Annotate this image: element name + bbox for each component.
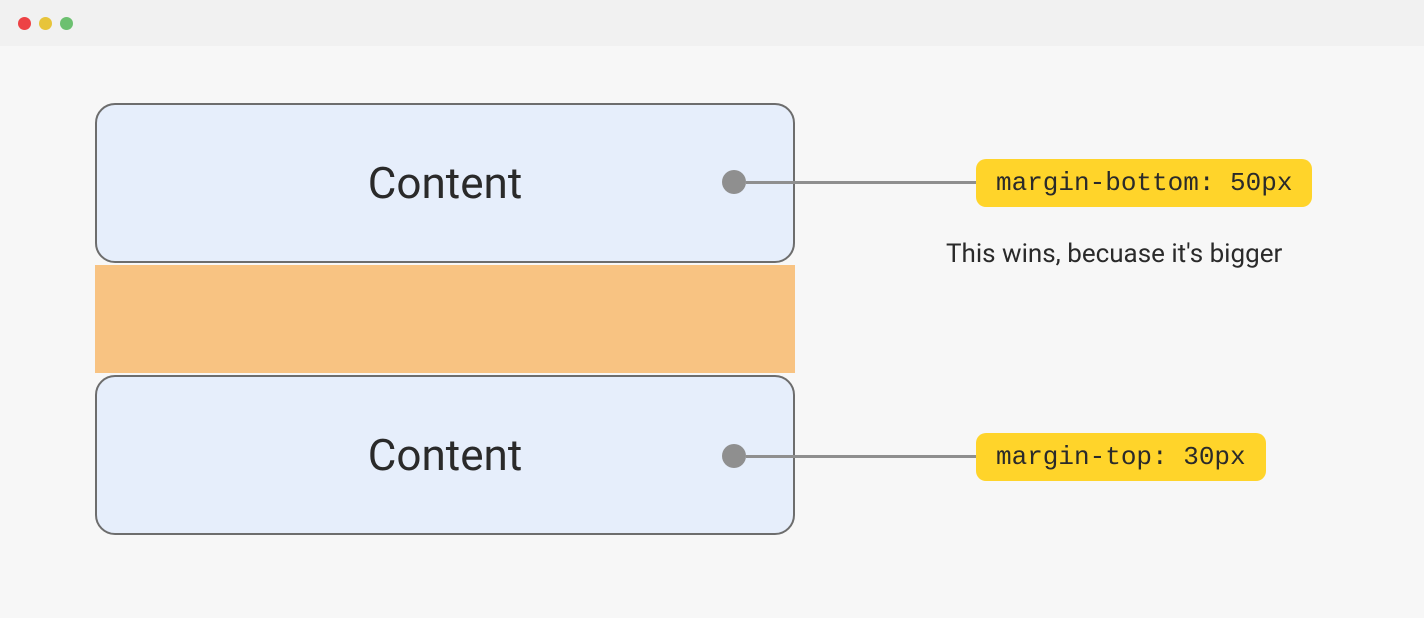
content-box-top: Content <box>95 103 795 263</box>
code-annotation-bottom: margin-top: 30px <box>976 433 1266 481</box>
content-box-bottom: Content <box>95 375 795 535</box>
window-titlebar <box>0 0 1424 46</box>
connector-line <box>746 181 976 184</box>
margin-highlight <box>95 265 795 373</box>
connector-line <box>746 455 976 458</box>
maximize-icon[interactable] <box>60 17 73 30</box>
content-box-top-label: Content <box>368 157 522 209</box>
close-icon[interactable] <box>18 17 31 30</box>
connector-dot-icon <box>722 170 746 194</box>
code-annotation-top: margin-bottom: 50px <box>976 159 1312 207</box>
diagram-canvas: Content Content margin-bottom: 50px This… <box>0 46 1424 618</box>
caption-top: This wins, becuase it's bigger <box>946 239 1282 269</box>
connector-dot-icon <box>722 444 746 468</box>
content-box-bottom-label: Content <box>368 429 522 481</box>
minimize-icon[interactable] <box>39 17 52 30</box>
